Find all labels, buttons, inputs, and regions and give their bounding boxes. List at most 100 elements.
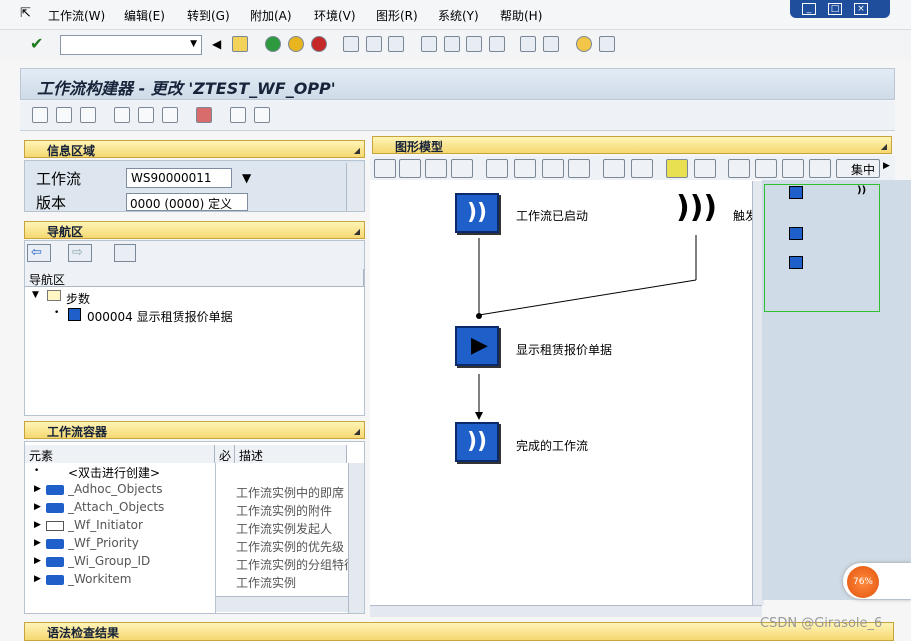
- expand-row-icon[interactable]: ▶: [34, 520, 41, 530]
- find-next-icon[interactable]: [388, 36, 404, 52]
- new-session-icon[interactable]: [520, 36, 536, 52]
- expand-row-icon[interactable]: ▶: [34, 556, 41, 566]
- container-row[interactable]: _Adhoc_Objects: [68, 482, 163, 500]
- expand-row-icon[interactable]: ▶: [34, 538, 41, 548]
- container-row[interactable]: _Attach_Objects: [68, 500, 164, 518]
- sap-menu-icon[interactable]: ⇱: [20, 6, 31, 21]
- object-icon: [46, 485, 64, 495]
- test-icon[interactable]: [196, 107, 212, 123]
- container-hscroll[interactable]: [216, 596, 348, 612]
- insert-block-icon[interactable]: [568, 159, 590, 178]
- command-field[interactable]: ▼: [60, 35, 202, 55]
- close-icon[interactable]: ×: [854, 3, 868, 15]
- zoom-out-icon[interactable]: [782, 159, 804, 178]
- start-event-node[interactable]: )): [455, 193, 499, 233]
- back-icon[interactable]: [265, 36, 281, 52]
- cancel-icon[interactable]: [311, 36, 327, 52]
- documents-icon[interactable]: [254, 107, 270, 123]
- edit-icon[interactable]: [80, 107, 96, 123]
- performance-gauge[interactable]: 76%: [847, 566, 879, 598]
- menu-help[interactable]: 帮助(H): [500, 7, 542, 24]
- menu-environment[interactable]: 环境(V): [314, 7, 356, 24]
- info-scrollbar[interactable]: [346, 163, 363, 211]
- zoom-in-icon[interactable]: [755, 159, 777, 178]
- activity-step-node[interactable]: ▶: [455, 326, 499, 366]
- save-icon[interactable]: [232, 36, 248, 52]
- nav-forward-button[interactable]: ⇨: [68, 244, 92, 262]
- menu-workflow[interactable]: 工作流(W): [48, 7, 105, 24]
- cut-icon[interactable]: [486, 159, 508, 178]
- container-row[interactable]: _Wf_Initiator: [68, 518, 143, 536]
- new-icon[interactable]: [32, 107, 48, 123]
- expand-row-icon[interactable]: ▶: [34, 574, 41, 584]
- pencil-icon[interactable]: [399, 159, 421, 178]
- glasses-icon[interactable]: [425, 159, 447, 178]
- nav-folder-label[interactable]: 步数: [66, 290, 90, 307]
- chevron-down-icon[interactable]: ▼: [190, 39, 197, 49]
- redo-icon[interactable]: [631, 159, 653, 178]
- more-arrow-icon[interactable]: ▶: [883, 161, 890, 171]
- hierarchy-icon[interactable]: [114, 107, 130, 123]
- menu-extras[interactable]: 附加(A): [250, 7, 292, 24]
- monitor-icon[interactable]: [162, 107, 178, 123]
- minimize-icon[interactable]: _: [802, 3, 816, 15]
- print-icon[interactable]: [343, 36, 359, 52]
- paste-icon[interactable]: [542, 159, 564, 178]
- undo-icon[interactable]: [603, 159, 625, 178]
- dropdown-arrow-icon[interactable]: ▼: [242, 171, 251, 185]
- version-field[interactable]: 0000 (0000) 定义: [126, 193, 248, 211]
- next-page-icon[interactable]: [466, 36, 482, 52]
- menu-system[interactable]: 系统(Y): [438, 7, 479, 24]
- container-row[interactable]: _Workitem: [68, 572, 132, 590]
- nav-panel-header[interactable]: 导航区 ◢: [24, 221, 365, 239]
- layout-icon[interactable]: [599, 36, 615, 52]
- graphic-canvas[interactable]: [370, 180, 762, 608]
- maximize-icon[interactable]: □: [828, 3, 842, 15]
- info-panel-header[interactable]: 信息区域 ◢: [24, 140, 365, 158]
- container-row[interactable]: _Wf_Priority: [68, 536, 139, 554]
- list-icon[interactable]: [230, 107, 246, 123]
- container-row[interactable]: _Wi_Group_ID: [68, 554, 150, 572]
- trigger-signal-icon[interactable]: ))): [676, 190, 717, 225]
- find-icon[interactable]: [366, 36, 382, 52]
- align-icon[interactable]: [728, 159, 750, 178]
- prev-page-icon[interactable]: [444, 36, 460, 52]
- container-panel-header[interactable]: 工作流容器 ◢: [24, 421, 365, 439]
- nav-back-button[interactable]: ⇦: [27, 244, 51, 262]
- shortcut-icon[interactable]: [543, 36, 559, 52]
- expand-row-icon[interactable]: ▶: [34, 484, 41, 494]
- menu-graphic[interactable]: 图形(R): [376, 7, 418, 24]
- expand-icon[interactable]: ▼: [32, 290, 39, 300]
- menu-goto[interactable]: 转到(G): [187, 7, 230, 24]
- new-doc-icon[interactable]: [374, 159, 396, 178]
- graphic-hscroll[interactable]: [370, 605, 762, 617]
- trigger-label: 触发: [733, 209, 753, 223]
- container-vscroll[interactable]: [348, 463, 364, 613]
- col-element[interactable]: 元素: [25, 445, 215, 463]
- col-required[interactable]: 必: [215, 445, 235, 463]
- activate-icon[interactable]: [138, 107, 154, 123]
- end-event-node[interactable]: )): [455, 422, 499, 462]
- event-icon[interactable]: [666, 159, 688, 178]
- col-description[interactable]: 描述: [235, 445, 347, 463]
- expand-row-icon[interactable]: ▶: [34, 502, 41, 512]
- help-icon[interactable]: [576, 36, 592, 52]
- workflow-field[interactable]: WS90000011: [126, 168, 232, 188]
- trash-icon[interactable]: [451, 159, 473, 178]
- copy-icon[interactable]: [514, 159, 536, 178]
- last-page-icon[interactable]: [489, 36, 505, 52]
- center-button[interactable]: 集中: [836, 159, 880, 178]
- back-arrow-icon[interactable]: ◀: [212, 37, 221, 51]
- first-page-icon[interactable]: [421, 36, 437, 52]
- menu-edit[interactable]: 编辑(E): [124, 7, 165, 24]
- container-row-create[interactable]: <双击进行创建>: [68, 464, 160, 482]
- exit-icon[interactable]: [288, 36, 304, 52]
- nav-step-label[interactable]: 000004 显示租赁报价单据: [87, 308, 233, 325]
- graphic-panel-header[interactable]: 图形模型 ◢: [372, 136, 892, 154]
- nav-tree-button[interactable]: [114, 244, 136, 262]
- enter-check-icon[interactable]: ✔: [30, 34, 43, 53]
- grid-icon[interactable]: [694, 159, 716, 178]
- fit-icon[interactable]: [809, 159, 831, 178]
- overview-viewport[interactable]: [764, 184, 880, 312]
- other-object-icon[interactable]: [56, 107, 72, 123]
